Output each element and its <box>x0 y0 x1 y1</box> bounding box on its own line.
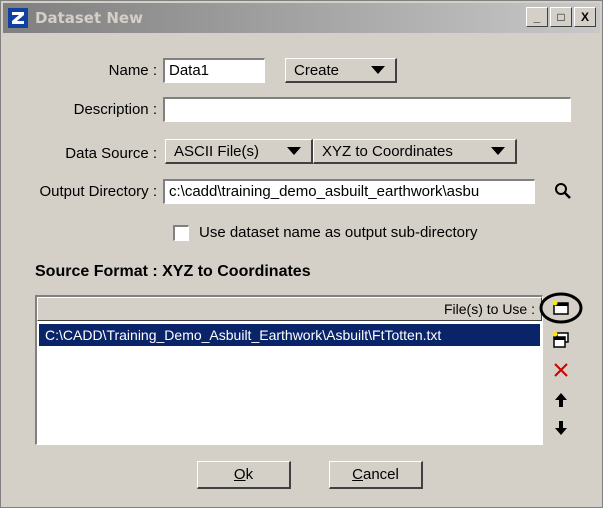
delete-icon <box>554 363 568 377</box>
cancel-mnemonic: C <box>352 466 363 483</box>
files-column-header[interactable]: File(s) to Use : <box>37 297 542 321</box>
title-bar[interactable]: Dataset New _ □ X <box>3 3 600 33</box>
move-down-button[interactable] <box>547 415 575 441</box>
list-item[interactable]: C:\CADD\Training_Demo_Asbuilt_Earthwork\… <box>39 324 540 346</box>
close-button[interactable]: X <box>574 7 596 27</box>
maximize-icon: □ <box>557 10 565 24</box>
name-input[interactable]: Data1 <box>163 58 265 83</box>
window-title: Dataset New <box>35 9 143 27</box>
output-directory-label: Output Directory : <box>39 183 157 200</box>
cancel-button[interactable]: Cancel <box>329 461 423 489</box>
use-dataset-name-checkbox[interactable] <box>173 225 189 241</box>
move-down-icon <box>555 421 567 435</box>
app-logo-icon <box>7 7 29 29</box>
minimize-icon: _ <box>533 10 541 24</box>
search-icon <box>555 183 571 199</box>
maximize-button[interactable]: □ <box>550 7 572 27</box>
move-up-icon <box>555 393 567 407</box>
move-up-button[interactable] <box>547 387 575 413</box>
add-file-icon <box>552 300 569 315</box>
data-source-format-value: XYZ to Coordinates <box>322 142 453 160</box>
output-directory-input[interactable]: c:\cadd\training_demo_asbuilt_earthwork\… <box>163 179 535 204</box>
ok-button[interactable]: Ok <box>197 461 291 489</box>
chevron-down-icon <box>287 147 301 155</box>
description-input[interactable] <box>163 97 571 122</box>
use-dataset-name-label: Use dataset name as output sub-directory <box>199 224 478 241</box>
browse-button[interactable] <box>551 179 575 203</box>
files-listbox[interactable]: File(s) to Use : C:\CADD\Training_Demo_A… <box>35 295 543 445</box>
chevron-down-icon <box>491 147 505 155</box>
create-dropdown-label: Create <box>294 61 340 79</box>
add-folder-icon <box>552 331 569 348</box>
add-file-button[interactable] <box>539 292 583 324</box>
data-source-type-dropdown[interactable]: ASCII File(s) <box>165 139 313 164</box>
ok-mnemonic: O <box>233 466 246 483</box>
create-dropdown[interactable]: Create <box>285 58 397 83</box>
ok-label: k <box>245 466 254 483</box>
name-label: Name : <box>108 62 157 79</box>
cancel-label: ancel <box>362 466 399 483</box>
add-folder-button[interactable] <box>547 327 575 353</box>
file-path: C:\CADD\Training_Demo_Asbuilt_Earthwork\… <box>45 327 442 343</box>
data-source-label: Data Source : <box>65 145 157 162</box>
source-format-title: Source Format : XYZ to Coordinates <box>35 263 311 280</box>
minimize-button[interactable]: _ <box>526 7 548 27</box>
description-label: Description : <box>73 101 157 118</box>
data-source-type-value: ASCII File(s) <box>174 142 260 160</box>
data-source-format-dropdown[interactable]: XYZ to Coordinates <box>313 139 517 164</box>
close-icon: X <box>580 10 589 24</box>
chevron-down-icon <box>371 66 385 74</box>
dataset-new-dialog: Dataset New _ □ X Name : Data1 Create De… <box>0 0 603 508</box>
delete-button[interactable] <box>547 357 575 383</box>
files-column-header-label: File(s) to Use : <box>443 301 535 317</box>
